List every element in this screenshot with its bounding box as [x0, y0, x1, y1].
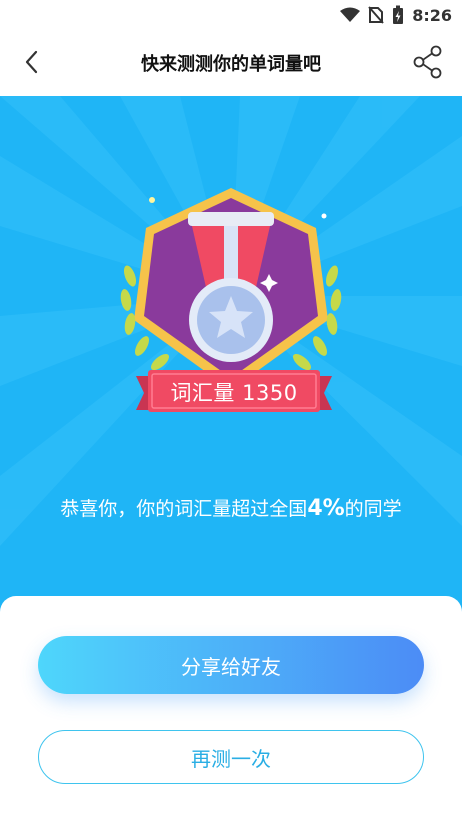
congrats-prefix: 恭喜你，你的词汇量超过全国: [60, 498, 308, 520]
congrats-message: 恭喜你，你的词汇量超过全国4%的同学: [0, 494, 462, 521]
percentile-value: 4%: [307, 496, 345, 521]
action-sheet: 分享给好友 再测一次: [0, 596, 462, 821]
back-button[interactable]: [14, 44, 50, 80]
nav-bar: 快来测测你的单词量吧: [0, 30, 462, 96]
no-sim-icon: [368, 6, 384, 24]
result-hero: 词汇量 1350 恭喜你，你的词汇量超过全国4%的同学: [0, 96, 462, 636]
status-time: 8:26: [412, 5, 452, 25]
share-icon: [413, 45, 442, 79]
wifi-icon: [340, 7, 361, 22]
share-button[interactable]: [408, 42, 448, 82]
retest-button[interactable]: 再测一次: [38, 730, 424, 784]
congrats-suffix: 的同学: [344, 498, 402, 520]
share-to-friends-button[interactable]: 分享给好友: [38, 636, 424, 694]
page-title: 快来测测你的单词量吧: [141, 54, 321, 75]
vocabulary-score: 词汇量 1350: [170, 381, 298, 405]
status-bar: 8:26: [0, 0, 462, 30]
battery-charging-icon: [393, 5, 404, 24]
chevron-left-icon: [25, 50, 38, 74]
